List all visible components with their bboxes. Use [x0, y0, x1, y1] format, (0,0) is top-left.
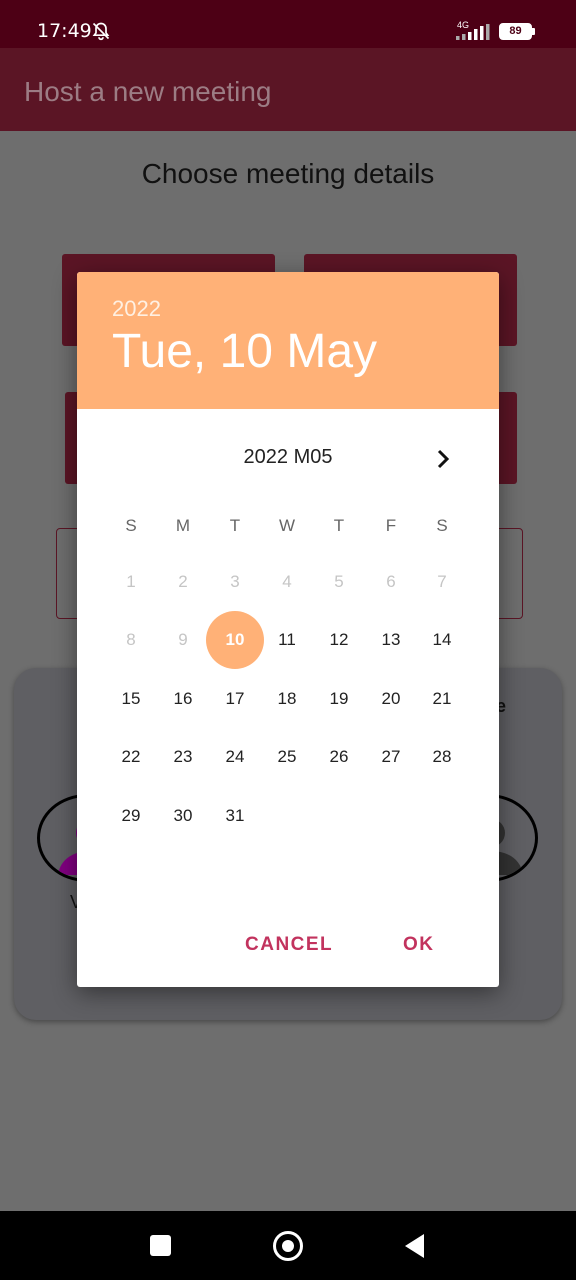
recents-icon[interactable]	[150, 1235, 171, 1256]
weekday-label: F	[385, 516, 397, 535]
system-nav-bar	[0, 1211, 576, 1280]
weekday-label: S	[436, 516, 448, 535]
calendar-day[interactable]: 29	[105, 790, 157, 842]
calendar-day-selected[interactable]: 10	[206, 611, 264, 669]
calendar-day: 5	[334, 572, 344, 591]
weekday-label: W	[278, 516, 296, 535]
app-bar: Host a new meeting	[0, 48, 576, 131]
calendar-day[interactable]: 11	[261, 614, 313, 666]
chevron-right-icon[interactable]	[431, 447, 455, 471]
signal-icon	[456, 24, 490, 40]
home-icon[interactable]	[273, 1231, 303, 1261]
status-bar: 17:49 4G 89	[0, 0, 576, 48]
calendar-day: 9	[178, 630, 188, 649]
status-time: 17:49	[37, 20, 92, 42]
calendar-day[interactable]: 31	[209, 790, 261, 842]
header-date: Tue, 10 May	[112, 325, 378, 378]
bell-off-icon	[92, 22, 110, 41]
calendar-day[interactable]: 13	[365, 614, 417, 666]
calendar-day[interactable]: 27	[365, 731, 417, 783]
date-picker-header: 2022 Tue, 10 May	[77, 272, 499, 409]
calendar-day[interactable]: 20	[365, 673, 417, 725]
weekday-label: S	[125, 516, 137, 535]
calendar-day[interactable]: 26	[313, 731, 365, 783]
calendar-day[interactable]: 23	[157, 731, 209, 783]
calendar-day[interactable]: 15	[105, 673, 157, 725]
calendar-day[interactable]: 28	[416, 731, 468, 783]
calendar-day[interactable]: 14	[416, 614, 468, 666]
calendar-day: 7	[437, 572, 447, 591]
calendar-day: 4	[282, 572, 292, 591]
calendar-day[interactable]: 22	[105, 731, 157, 783]
app-title: Host a new meeting	[24, 76, 272, 107]
ok-button[interactable]: OK	[403, 934, 435, 956]
calendar-day[interactable]: 16	[157, 673, 209, 725]
calendar-day[interactable]: 12	[313, 614, 365, 666]
calendar-day: 6	[386, 572, 396, 591]
calendar-day: 8	[126, 630, 136, 649]
cancel-button[interactable]: CANCEL	[245, 934, 333, 956]
weekday-label: T	[333, 516, 345, 535]
page-subtitle: Choose meeting details	[141, 158, 435, 189]
back-icon[interactable]	[403, 1233, 425, 1259]
calendar-day: 1	[126, 572, 136, 591]
calendar-day[interactable]: 18	[261, 673, 313, 725]
calendar-day[interactable]: 21	[416, 673, 468, 725]
calendar-day[interactable]: 17	[209, 673, 261, 725]
calendar-day[interactable]: 24	[209, 731, 261, 783]
calendar-day[interactable]: 30	[157, 790, 209, 842]
header-year[interactable]: 2022	[112, 296, 161, 322]
weekday-label: T	[229, 516, 241, 535]
calendar-day[interactable]: 25	[261, 731, 313, 783]
calendar-day[interactable]: 19	[313, 673, 365, 725]
date-picker-dialog: 2022 Tue, 10 May 2022 M05 SMTWTFS 123456…	[77, 272, 499, 987]
battery-level: 89	[509, 25, 522, 37]
battery-icon: 89	[499, 23, 535, 40]
calendar-day: 2	[178, 572, 188, 591]
calendar-day: 3	[230, 572, 240, 591]
weekday-label: M	[175, 516, 191, 535]
